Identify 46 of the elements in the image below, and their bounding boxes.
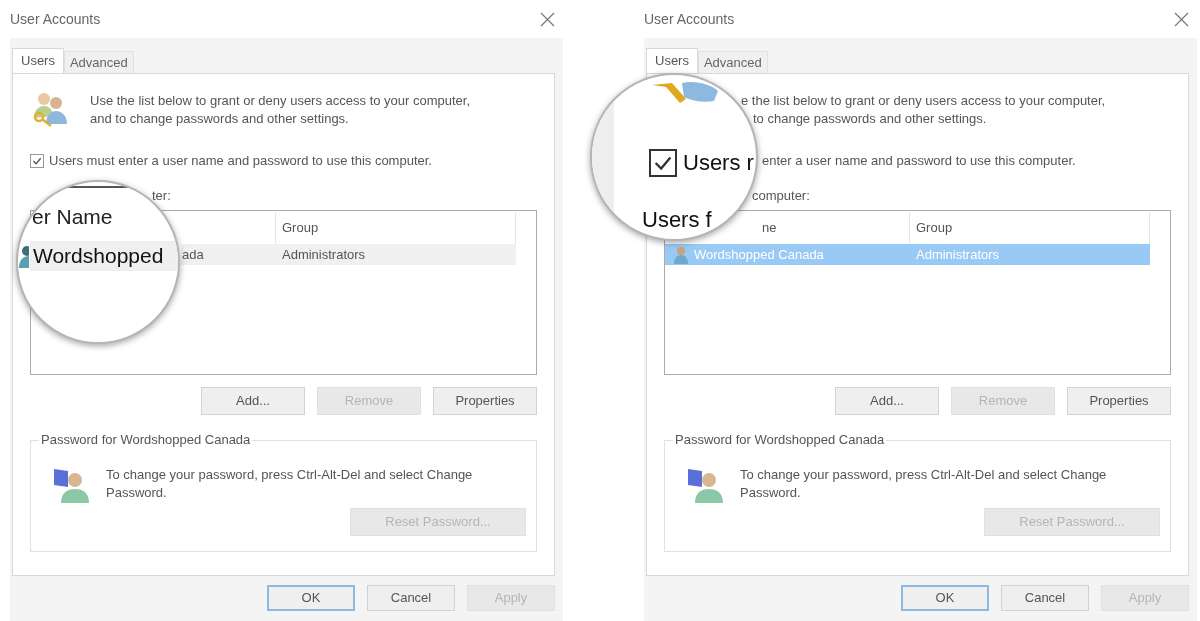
description-text: and to change passwords and other settings.	[89, 110, 350, 128]
user-name-cell-text: Wordshopped	[33, 243, 164, 270]
user-name-cell: Wordshopped Canada	[694, 246, 824, 262]
column-header[interactable]: Group	[282, 218, 319, 238]
window-title: User Accounts	[644, 9, 735, 29]
column-header[interactable]: Group	[916, 218, 953, 238]
list-button[interactable]: Properties	[433, 387, 537, 415]
users-list-label: ter:	[152, 188, 171, 203]
password-info-text: To change your password, press Ctrl-Alt-Del and select Change Password.	[740, 466, 1108, 502]
tab[interactable]: Users	[646, 48, 698, 73]
group-legend: Password for Wordshopped Canada	[39, 432, 253, 448]
description-text: to change passwords and other settings.	[752, 110, 988, 128]
users-list-label: computer:	[752, 188, 810, 203]
dialog-button[interactable]: OK	[267, 585, 355, 611]
description-text: Use the list below to grant or deny users access to your computer,	[89, 92, 472, 110]
tab[interactable]: Advanced	[697, 51, 768, 73]
check-mark-icon	[31, 155, 43, 167]
list-row[interactable]: ada Administrators	[181, 244, 516, 265]
users-list-label: Users f	[642, 209, 712, 231]
close-icon[interactable]	[1174, 11, 1189, 27]
group-cell: Administrators	[916, 246, 1000, 262]
user-icon	[673, 246, 689, 264]
tab[interactable]: Advanced	[63, 51, 134, 73]
list-button[interactable]: Add...	[201, 387, 305, 415]
checkbox-label: Users r	[683, 152, 754, 174]
dialog-button[interactable]: Cancel	[367, 585, 455, 611]
checkbox[interactable]	[30, 154, 44, 168]
window-title: User Accounts	[10, 9, 101, 29]
checkbox-label: enter a user name and password to use this computer.	[762, 154, 1076, 168]
description-text: e the list below to grant or deny users access to your computer,	[740, 92, 1107, 110]
group-cell: Administrators	[282, 246, 366, 262]
tab[interactable]: Users	[12, 48, 64, 73]
close-icon[interactable]	[540, 11, 555, 27]
user-icon	[19, 244, 29, 268]
dialog-button[interactable]: OK	[901, 585, 989, 611]
user-name-cell: ada	[182, 246, 204, 262]
password-info-text: To change your password, press Ctrl-Alt-Del and select Change Password.	[106, 466, 474, 502]
group-legend: Password for Wordshopped Canada	[673, 432, 887, 448]
column-header[interactable]: er Name	[32, 206, 113, 227]
list-button[interactable]: Properties	[1067, 387, 1171, 415]
column-header[interactable]: ne	[762, 218, 777, 238]
checkbox[interactable]	[649, 149, 677, 177]
checkbox-label: Users must enter a user name and password to use this computer.	[49, 154, 432, 168]
list-row[interactable]: Wordshopped	[30, 241, 178, 271]
dialog-button[interactable]: Cancel	[1001, 585, 1089, 611]
list-button[interactable]: Add...	[835, 387, 939, 415]
